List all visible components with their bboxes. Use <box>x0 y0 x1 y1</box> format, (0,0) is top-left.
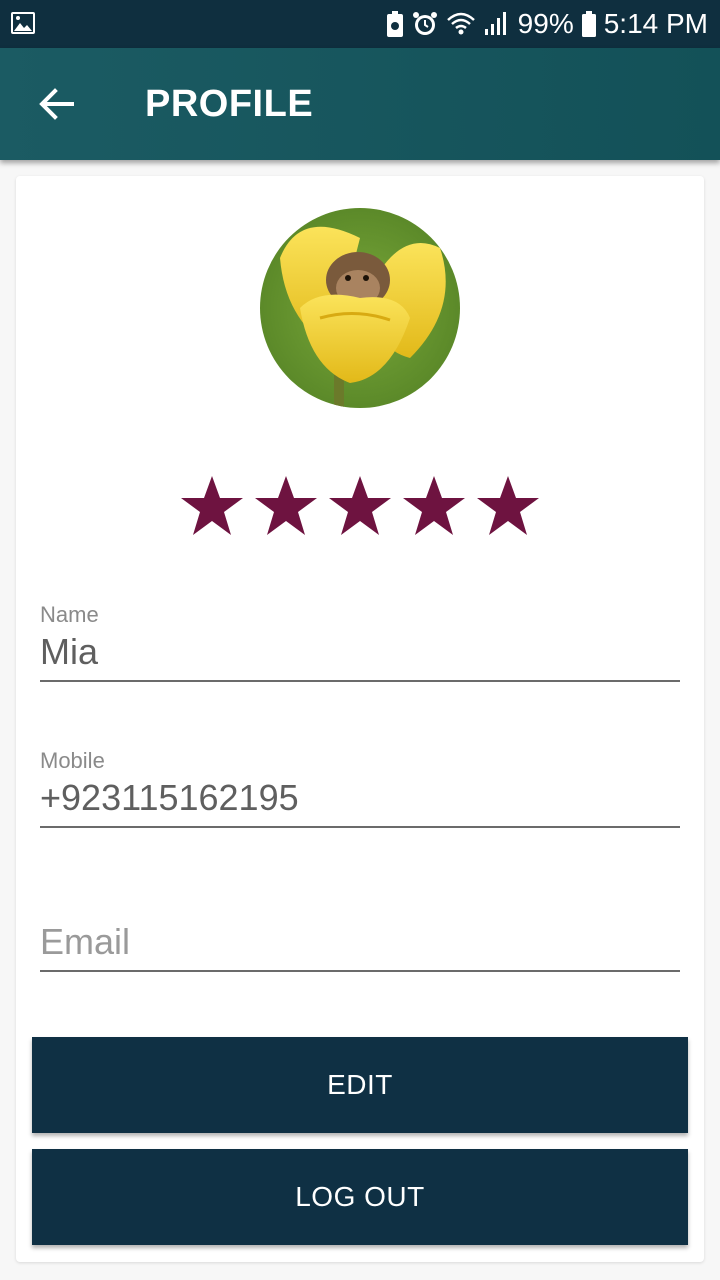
star-icon[interactable] <box>476 474 540 538</box>
status-bar: 99% 5:14 PM <box>0 0 720 48</box>
signal-icon <box>484 11 508 37</box>
battery-saver-icon <box>386 11 404 37</box>
edit-button[interactable]: EDIT <box>32 1037 688 1133</box>
gallery-icon <box>10 11 36 40</box>
name-field-group: Name <box>40 600 680 682</box>
avatar[interactable] <box>260 208 460 408</box>
name-field[interactable] <box>40 630 680 682</box>
star-icon[interactable] <box>254 474 318 538</box>
app-bar: PROFILE <box>0 48 720 160</box>
status-time: 5:14 PM <box>603 8 708 39</box>
mobile-field[interactable] <box>40 776 680 828</box>
back-button[interactable] <box>30 82 82 126</box>
profile-card: Name Mobile EDIT LOG OUT <box>16 176 704 1262</box>
battery-percent: 99% <box>517 8 574 39</box>
status-icons: 99% 5:14 PM <box>386 0 708 48</box>
star-icon[interactable] <box>180 474 244 538</box>
mobile-label: Mobile <box>40 748 105 773</box>
battery-icon <box>581 11 596 37</box>
rating-stars[interactable] <box>180 474 540 538</box>
logout-button[interactable]: LOG OUT <box>32 1149 688 1245</box>
email-field[interactable] <box>40 920 680 972</box>
email-label <box>40 890 680 920</box>
mobile-field-group: Mobile <box>40 746 680 828</box>
star-icon[interactable] <box>328 474 392 538</box>
email-field-group <box>40 890 680 972</box>
page-title: PROFILE <box>145 83 314 125</box>
arrow-left-icon <box>39 88 74 120</box>
name-label: Name <box>40 602 99 627</box>
alarm-icon <box>412 11 438 37</box>
star-icon[interactable] <box>402 474 466 538</box>
wifi-icon <box>446 11 476 37</box>
